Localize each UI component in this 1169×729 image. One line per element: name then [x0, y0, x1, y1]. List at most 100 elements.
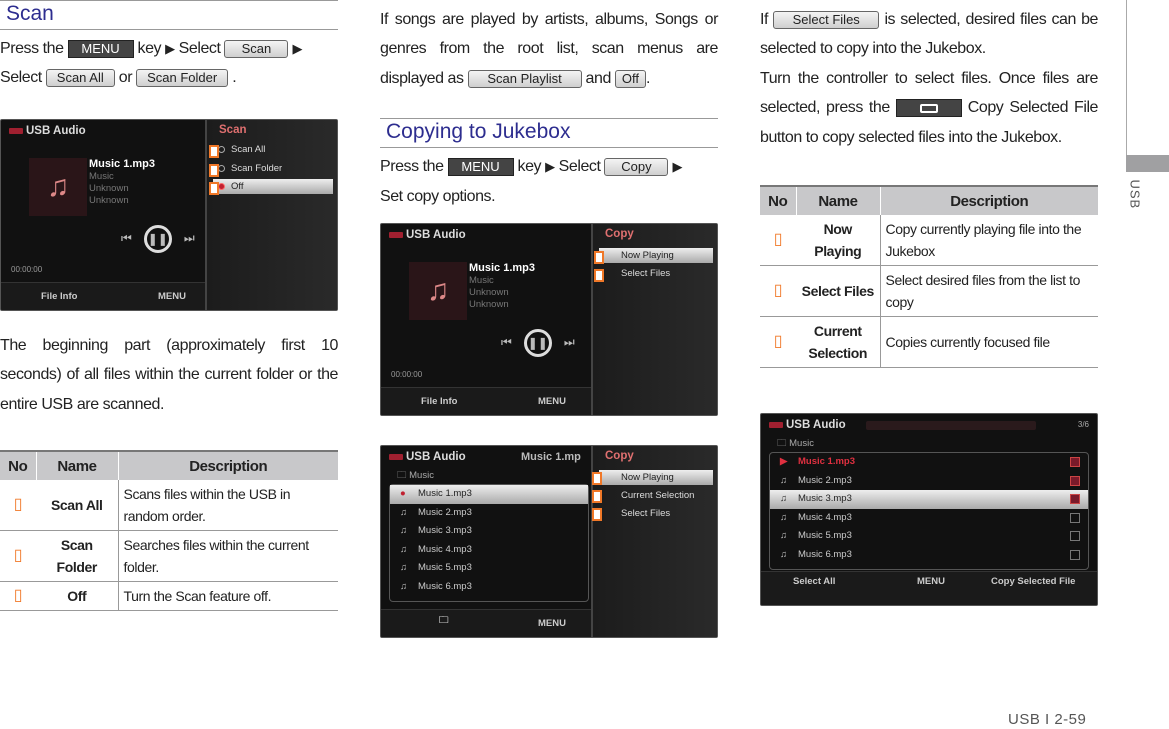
text: Select: [0, 69, 42, 87]
option-now-playing: Now Playing: [599, 470, 713, 485]
table-row: ▯ Scan All Scans files within the USB in r…: [0, 480, 338, 531]
text: Select: [558, 158, 601, 176]
option-select-files: Select Files: [621, 508, 671, 519]
text: USB Audio: [406, 451, 466, 463]
table-row: ▯ Scan Folder Searches files within the cu…: [0, 530, 338, 582]
text: Music 4.mp3: [418, 543, 472, 555]
scan-key: Scan: [224, 39, 289, 58]
music-note-icon: ♫: [400, 525, 408, 537]
scan-folder-key: Scan Folder: [136, 69, 229, 88]
panel-title: Scan: [219, 124, 247, 136]
callout-marker-icon: [209, 145, 219, 158]
desc-cell: Searches files within the current folder…: [118, 530, 338, 582]
option-current-selection: Current Selection: [621, 490, 695, 501]
text: Music 5.mp3: [798, 530, 852, 542]
music-note-icon: ♫: [400, 543, 408, 555]
scan-playlist-paragraph: If songs are played by artists, albums, …: [380, 5, 718, 93]
artist: Unknown: [469, 287, 509, 298]
copy-selected-file-button: Copy Selected File: [991, 576, 1076, 587]
select-files-key: Select Files: [773, 10, 880, 29]
col-name: Name: [36, 450, 119, 480]
checkbox-icon: [1070, 531, 1080, 542]
radio-selected-icon: [218, 183, 225, 190]
arrow-right-icon: ▶: [672, 159, 683, 175]
callout-marker-icon: [594, 269, 604, 282]
table-row: ▯ Select Files Select desired files from t…: [760, 265, 1098, 317]
text: .: [232, 69, 237, 87]
album: Unknown: [469, 299, 509, 310]
folder: Music: [469, 275, 494, 286]
text: Music 1.mp3: [418, 488, 472, 499]
radio-icon: [218, 146, 225, 153]
text: Music 6.mp3: [798, 548, 852, 560]
next-icon: ⏭: [183, 231, 195, 246]
option-scan-folder: Scan Folder: [213, 161, 333, 176]
desc-cell: Copies currently focused file: [880, 316, 1098, 368]
now-playing-title: Music 1.mp: [521, 451, 581, 463]
list-item: ▶ Music 1.mp3: [770, 453, 1088, 472]
playback-controls: ⏮ ❚❚ ⏭: [501, 329, 575, 357]
folder: Music: [89, 171, 114, 182]
file-info-button: File Info: [41, 291, 78, 302]
list-item: ♫ Music 6.mp3: [770, 546, 1088, 565]
menu-button: MENU: [917, 576, 945, 587]
file-info-button: File Info: [421, 396, 458, 407]
screen-header: USB Audio: [389, 451, 466, 463]
music-note-icon: ♫: [29, 158, 87, 216]
album: Unknown: [89, 195, 129, 206]
text: Music 4.mp3: [798, 511, 852, 523]
screenshot-copy-menu: USB Audio ♫ Music 1.mp3 Music Unknown Unkno…: [380, 223, 718, 416]
music-note-icon: ♫: [780, 548, 788, 560]
file-list: ▶ Music 1.mp3 ♫ Music 2.mp3 ♫ Music 3.mp3 ♫…: [769, 452, 1089, 570]
text: .: [646, 69, 651, 87]
menu-button: MENU: [538, 618, 566, 629]
desc-cell: Turn the Scan feature off.: [118, 581, 338, 611]
page-number: USB I 2-59: [1008, 711, 1087, 728]
scan-playlist-key: Scan Playlist: [467, 69, 582, 88]
checkbox-checked-icon: [1070, 475, 1080, 486]
text: Set copy options.: [380, 187, 496, 205]
folder-label: 🗀 Music: [777, 438, 814, 449]
copy-selected-paragraph: Turn the controller to select files. Onc…: [760, 64, 1098, 152]
arrow-right-icon: ▶: [165, 41, 175, 56]
desc-cell: Select desired files from the list to co…: [880, 265, 1098, 317]
elapsed-time: 00:00:00: [391, 370, 423, 379]
col-description: Description: [880, 185, 1098, 215]
list-item: ♫ Music 6.mp3: [390, 578, 588, 597]
col-no: No: [760, 185, 797, 215]
list-item: ♫ Music 4.mp3: [390, 541, 588, 560]
desc-cell: Copy currently playing file into the Juk…: [880, 215, 1098, 266]
name-cell: Scan All: [36, 480, 119, 531]
checkbox-icon: [1070, 512, 1080, 523]
text: key: [517, 158, 542, 176]
panel-title: Copy: [605, 450, 634, 462]
text: Press the: [380, 158, 444, 176]
radio-icon: [218, 165, 225, 172]
table-row: ▯ Off Turn the Scan feature off.: [0, 581, 338, 611]
folder-icon: 🗀: [439, 615, 449, 626]
music-note-icon: ♫: [780, 493, 788, 505]
previous-icon: ⏮: [501, 335, 512, 350]
playback-controls: ⏮ ❚❚ ⏭: [121, 225, 195, 253]
list-item: ● Music 1.mp3: [390, 485, 588, 504]
marker-icon: ▯: [0, 581, 36, 611]
name-cell: Current Selection: [796, 316, 881, 368]
next-icon: ⏭: [563, 335, 575, 350]
track-info: Music 1.mp3 Music Unknown Unknown: [89, 158, 155, 207]
marker-icon: ▯: [760, 265, 796, 317]
copy-panel: Copy Now Playing Current Selection Selec…: [591, 446, 717, 637]
menu-key: MENU: [447, 157, 514, 176]
menu-button: MENU: [158, 291, 186, 302]
table-row: ▯ Now Playing Copy currently playing file …: [760, 215, 1098, 266]
page-indicator: 3/6: [1077, 420, 1089, 429]
side-tab-label: USB: [1127, 179, 1143, 210]
callout-marker-icon: [594, 251, 604, 264]
text: or: [118, 69, 133, 87]
play-icon: ▶: [780, 456, 788, 467]
list-item: ♫ Music 3.mp3: [390, 522, 588, 541]
table-row: ▯ Current Selection Copies currently focus…: [760, 316, 1098, 368]
callout-marker-icon: [592, 508, 602, 521]
col-description: Description: [118, 450, 338, 480]
copy-key: Copy: [604, 157, 669, 176]
text: Music 3.mp3: [418, 525, 472, 537]
